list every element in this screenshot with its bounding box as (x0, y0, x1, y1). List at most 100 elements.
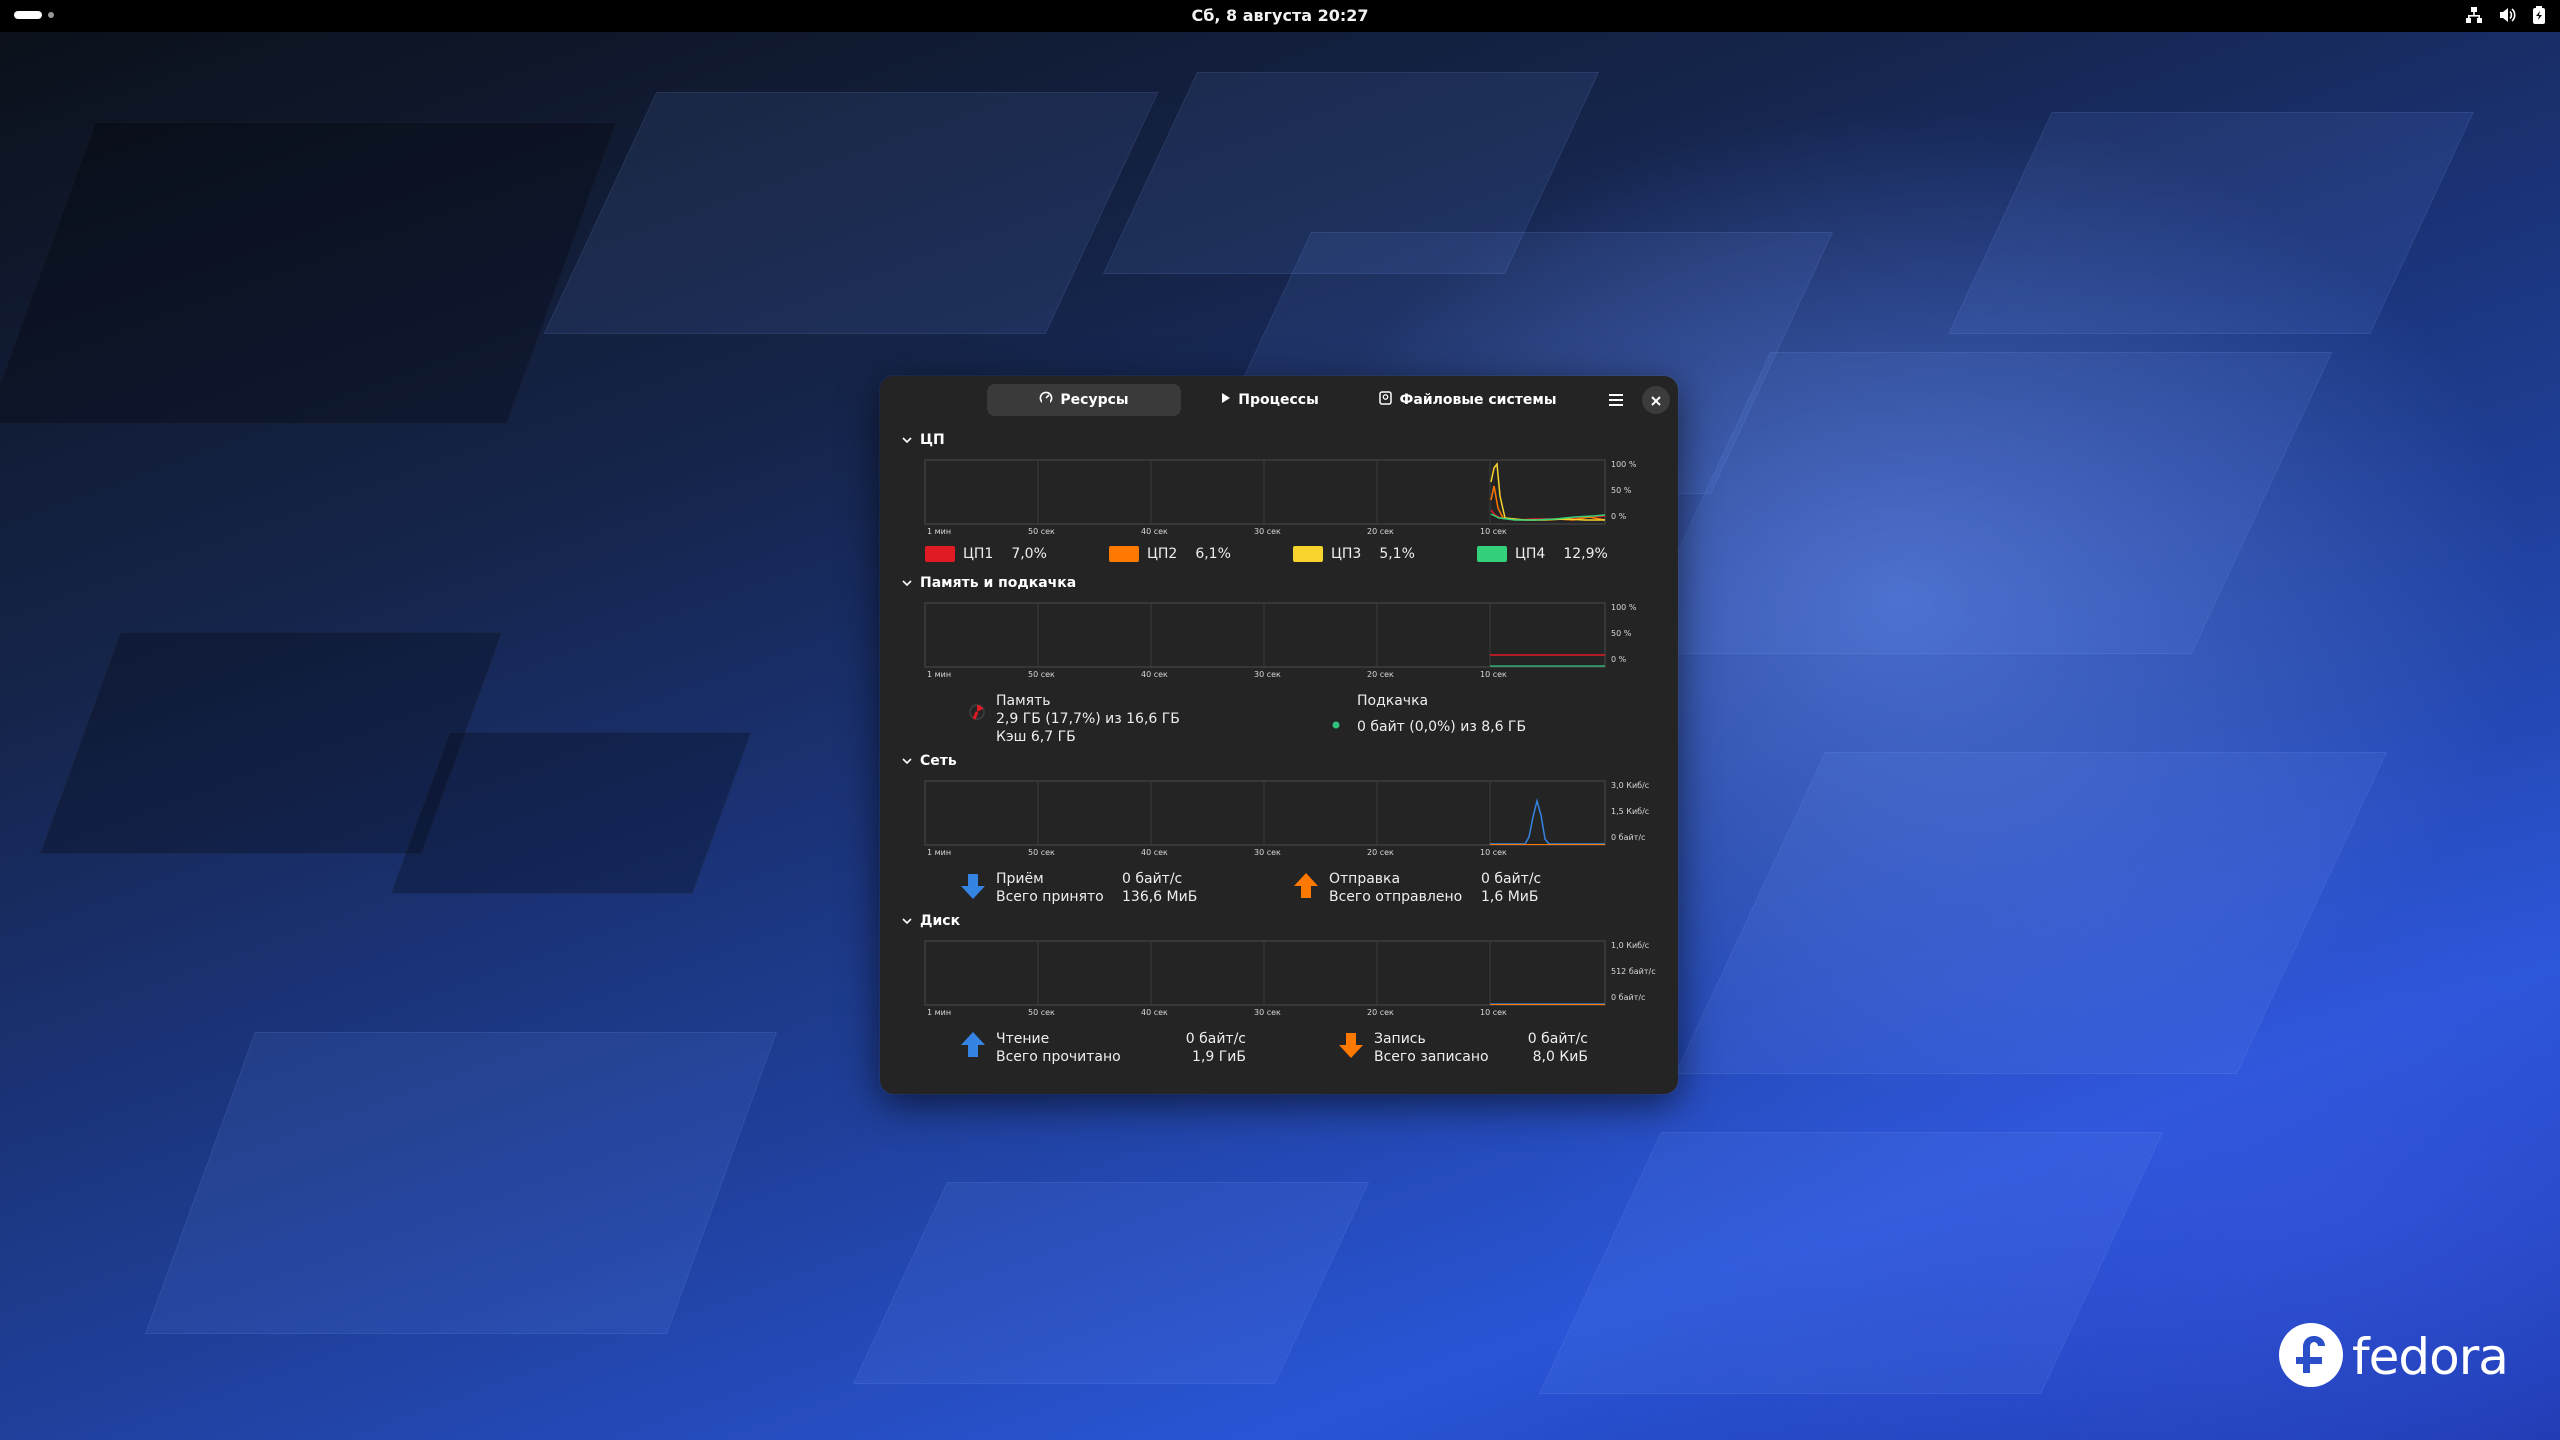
volume-icon (2498, 6, 2516, 24)
network-graph (924, 780, 1606, 846)
time-tick: 20 сек (1367, 670, 1394, 679)
swap-label: Подкачка (1357, 693, 1429, 709)
memory-cache: Кэш 6,7 ГБ (996, 729, 1076, 745)
battery-icon (2532, 6, 2546, 24)
cpu2-color-swatch[interactable] (1109, 546, 1139, 562)
tx-label: Отправка (1329, 871, 1401, 887)
memory-info: Память 2,9 ГБ (17,7%) из 16,6 ГБ Кэш 6,7… (996, 692, 1180, 746)
disk-y-label: 512 байт/с (1611, 967, 1656, 976)
disk-read-arrow-icon[interactable] (960, 1031, 986, 1063)
tab-label: Файловые системы (1399, 392, 1557, 408)
tab-resources[interactable]: Ресурсы (987, 384, 1181, 416)
time-tick: 10 сек (1480, 1008, 1507, 1017)
read-rate: 0 байт/с (1185, 1031, 1246, 1047)
time-tick: 1 мин (927, 670, 952, 679)
swap-info: Подкачка 0 байт (0,0%) из 8,6 ГБ (1357, 692, 1526, 736)
disk-section-title: Диск (920, 913, 961, 929)
write-rate: 0 байт/с (1527, 1031, 1588, 1047)
disk-icon (1379, 391, 1393, 409)
fedora-infinity-icon (2278, 1322, 2344, 1392)
network-wired-icon (2466, 6, 2482, 24)
time-tick: 10 сек (1480, 527, 1507, 536)
time-tick: 20 сек (1367, 527, 1394, 536)
write-label: Запись (1374, 1031, 1426, 1047)
time-tick: 30 сек (1254, 670, 1281, 679)
cpu-section-header[interactable]: ЦП (902, 432, 945, 448)
cpu3-legend[interactable]: ЦП3 5,1% (1293, 546, 1415, 562)
system-tray[interactable] (2466, 6, 2546, 24)
cpu2-legend[interactable]: ЦП2 6,1% (1109, 546, 1231, 562)
fedora-logo: fedora (2278, 1322, 2509, 1392)
disk-y-label: 1,0 Киб/с (1611, 941, 1650, 950)
memory-y-label: 0 % (1611, 655, 1627, 664)
disk-write-values: 0 байт/с 8,0 КиБ (1508, 1030, 1588, 1066)
time-tick: 10 сек (1480, 848, 1507, 857)
download-arrow-icon[interactable] (960, 872, 986, 904)
cpu2-name: ЦП2 (1147, 546, 1178, 562)
cpu-graph-canvas (924, 459, 1606, 525)
cpu4-color-swatch[interactable] (1477, 546, 1507, 562)
rx-total: 136,6 МиБ (1122, 889, 1198, 905)
cpu4-legend[interactable]: ЦП4 12,9% (1477, 546, 1608, 562)
network-graph-canvas (924, 780, 1606, 846)
memory-pie-icon[interactable] (968, 703, 986, 725)
tab-file-systems[interactable]: Файловые системы (1358, 384, 1578, 416)
memory-section-header[interactable]: Память и подкачка (902, 575, 1076, 591)
cpu2-value: 6,1% (1195, 546, 1231, 562)
disk-write-info: Запись Всего записано (1374, 1030, 1489, 1066)
time-tick: 1 мин (927, 1008, 952, 1017)
system-monitor-window: Ресурсы Процессы Файловые системы ЦП 100… (880, 376, 1678, 1094)
cpu1-value: 7,0% (1011, 546, 1047, 562)
close-button[interactable] (1642, 386, 1670, 414)
read-total-label: Всего прочитано (996, 1049, 1121, 1065)
network-tx-info: Отправка Всего отправлено (1329, 870, 1462, 906)
time-tick: 40 сек (1141, 527, 1168, 536)
time-tick: 30 сек (1254, 1008, 1281, 1017)
fedora-wordmark: fedora (2352, 1328, 2509, 1386)
cpu3-color-swatch[interactable] (1293, 546, 1323, 562)
clock[interactable]: Сб, 8 августа 20:27 (0, 0, 2560, 32)
network-section-header[interactable]: Сеть (902, 753, 957, 769)
tx-total: 1,6 МиБ (1481, 889, 1539, 905)
time-tick: 40 сек (1141, 848, 1168, 857)
memory-graph (924, 602, 1606, 668)
time-tick: 50 сек (1028, 1008, 1055, 1017)
chevron-down-icon (902, 753, 912, 769)
upload-arrow-icon[interactable] (1293, 872, 1319, 904)
cpu-graph (924, 459, 1606, 525)
network-rx-info: Приём Всего принято (996, 870, 1104, 906)
disk-read-info: Чтение Всего прочитано (996, 1030, 1121, 1066)
time-tick: 50 сек (1028, 527, 1055, 536)
time-tick: 10 сек (1480, 670, 1507, 679)
close-icon (1651, 391, 1661, 410)
swap-pie-icon[interactable] (1332, 714, 1340, 733)
disk-section-header[interactable]: Диск (902, 913, 960, 929)
cpu4-value: 12,9% (1563, 546, 1608, 562)
memory-y-label: 50 % (1611, 629, 1632, 638)
cpu1-color-swatch[interactable] (925, 546, 955, 562)
cpu-y-label: 50 % (1611, 486, 1632, 495)
tab-label: Процессы (1238, 392, 1319, 408)
time-tick: 40 сек (1141, 670, 1168, 679)
disk-write-arrow-icon[interactable] (1338, 1031, 1364, 1063)
tx-rate: 0 байт/с (1481, 871, 1542, 887)
network-rx-values: 0 байт/с 136,6 МиБ (1122, 870, 1197, 906)
network-section-title: Сеть (920, 753, 957, 769)
tab-processes[interactable]: Процессы (1188, 384, 1352, 416)
write-total-label: Всего записано (1374, 1049, 1489, 1065)
main-menu-button[interactable] (1602, 386, 1630, 414)
disk-y-label: 0 байт/с (1611, 993, 1646, 1002)
cpu3-name: ЦП3 (1331, 546, 1362, 562)
cpu1-legend[interactable]: ЦП1 7,0% (925, 546, 1047, 562)
cpu3-value: 5,1% (1379, 546, 1415, 562)
network-tx-values: 0 байт/с 1,6 МиБ (1481, 870, 1541, 906)
network-y-label: 3,0 Киб/с (1611, 781, 1650, 790)
disk-graph-canvas (924, 940, 1606, 1006)
time-tick: 20 сек (1367, 1008, 1394, 1017)
tab-label: Ресурсы (1060, 392, 1129, 408)
header-bar: Ресурсы Процессы Файловые системы (880, 376, 1678, 422)
chevron-down-icon (902, 575, 912, 591)
cpu-section-title: ЦП (920, 432, 945, 448)
memory-label: Память (996, 693, 1051, 709)
network-y-label: 0 байт/с (1611, 833, 1646, 842)
